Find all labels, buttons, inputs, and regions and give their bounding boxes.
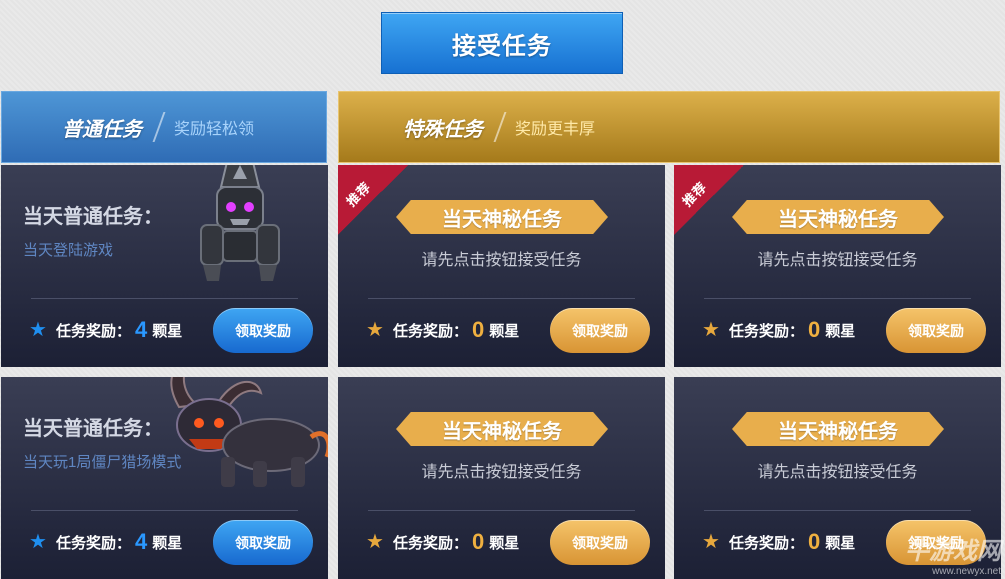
- star-icon: ★: [366, 319, 384, 341]
- reward-value: 0: [807, 529, 821, 554]
- claim-reward-button[interactable]: 领取奖励: [213, 308, 313, 353]
- card-divider: [31, 298, 298, 299]
- watermark-url: www.newyx.net: [932, 566, 1001, 577]
- header-divider: [493, 112, 507, 142]
- normal-task-title: 普通任务: [62, 118, 142, 141]
- armored-knight-image: [200, 165, 280, 281]
- site-watermark: 牛游戏网 www.newyx.net: [905, 531, 1001, 577]
- reward-unit: 颗星: [152, 534, 183, 552]
- mystery-task-banner: 当天神秘任务: [732, 200, 944, 234]
- card-divider: [368, 510, 635, 511]
- mystery-task-banner: 当天神秘任务: [396, 412, 608, 446]
- claim-reward-button[interactable]: 领取奖励: [550, 520, 650, 565]
- card-divider: [368, 298, 635, 299]
- reward-unit: 颗星: [489, 534, 520, 552]
- task-description: 请先点击按钮接受任务: [757, 252, 918, 269]
- claim-reward-button[interactable]: 领取奖励: [550, 308, 650, 353]
- task-title: 当天普通任务：: [23, 206, 163, 228]
- card-divider: [704, 510, 971, 511]
- reward-info: ★ 任务奖励： 0 颗星: [366, 529, 519, 555]
- star-icon: ★: [29, 319, 47, 341]
- star-icon: ★: [702, 319, 720, 341]
- reward-unit: 颗星: [489, 322, 520, 340]
- normal-task-card: 当天普通任务： 当天玩1局僵尸猎场模式 ★ 任务奖励： 4 颗星 领取奖励: [1, 377, 328, 579]
- reward-label: 任务奖励：: [392, 322, 468, 340]
- reward-unit: 颗星: [825, 322, 856, 340]
- reward-value: 0: [471, 529, 485, 554]
- special-task-title: 特殊任务: [403, 118, 483, 141]
- normal-task-card: 当天普通任务： 当天登陆游戏 ★ 任务奖励： 4 颗星 领取奖励: [1, 165, 328, 367]
- reward-info: ★ 任务奖励： 0 颗星: [366, 317, 519, 343]
- reward-label: 任务奖励：: [728, 534, 804, 552]
- reward-value: 0: [807, 317, 821, 342]
- task-title: 当天普通任务：: [23, 418, 163, 440]
- mystery-task-banner: 当天神秘任务: [732, 412, 944, 446]
- reward-label: 任务奖励：: [728, 322, 804, 340]
- claim-reward-button[interactable]: 领取奖励: [213, 520, 313, 565]
- special-task-card: 当天神秘任务 请先点击按钮接受任务 ★ 任务奖励： 0 颗星 领取奖励: [338, 377, 665, 579]
- star-icon: ★: [29, 531, 47, 553]
- star-icon: ★: [366, 531, 384, 553]
- special-task-card: 推荐 当天神秘任务 请先点击按钮接受任务 ★ 任务奖励： 0 颗星 领取奖励: [674, 165, 1001, 367]
- task-description: 请先点击按钮接受任务: [421, 252, 582, 269]
- accept-task-button[interactable]: 接受任务: [381, 12, 623, 74]
- star-icon: ★: [702, 531, 720, 553]
- reward-info: ★ 任务奖励： 4 颗星: [29, 529, 182, 555]
- reward-value: 0: [471, 317, 485, 342]
- mystery-task-banner: 当天神秘任务: [396, 200, 608, 234]
- reward-info: ★ 任务奖励： 4 颗星: [29, 317, 182, 343]
- reward-label: 任务奖励：: [55, 534, 131, 552]
- reward-info: ★ 任务奖励： 0 颗星: [702, 317, 855, 343]
- header-divider: [152, 112, 166, 142]
- normal-task-header: 普通任务 奖励轻松领: [1, 91, 327, 163]
- normal-task-subtitle: 奖励轻松领: [174, 121, 255, 138]
- special-task-header: 特殊任务 奖励更丰厚: [338, 91, 1000, 163]
- special-task-subtitle: 奖励更丰厚: [515, 121, 596, 138]
- task-description: 当天玩1局僵尸猎场模式: [23, 454, 182, 471]
- reward-label: 任务奖励：: [55, 322, 131, 340]
- special-task-card: 推荐 当天神秘任务 请先点击按钮接受任务 ★ 任务奖励： 0 颗星 领取奖励: [338, 165, 665, 367]
- claim-reward-button[interactable]: 领取奖励: [886, 308, 986, 353]
- task-description: 请先点击按钮接受任务: [757, 464, 918, 481]
- demon-beast-image: [170, 377, 328, 487]
- task-description: 请先点击按钮接受任务: [421, 464, 582, 481]
- watermark-logo: 牛游戏网: [905, 538, 1001, 565]
- reward-info: ★ 任务奖励： 0 颗星: [702, 529, 855, 555]
- reward-unit: 颗星: [825, 534, 856, 552]
- card-divider: [31, 510, 298, 511]
- card-divider: [704, 298, 971, 299]
- reward-value: 4: [134, 317, 148, 342]
- reward-label: 任务奖励：: [392, 534, 468, 552]
- task-description: 当天登陆游戏: [23, 242, 114, 259]
- reward-unit: 颗星: [152, 322, 183, 340]
- reward-value: 4: [134, 529, 148, 554]
